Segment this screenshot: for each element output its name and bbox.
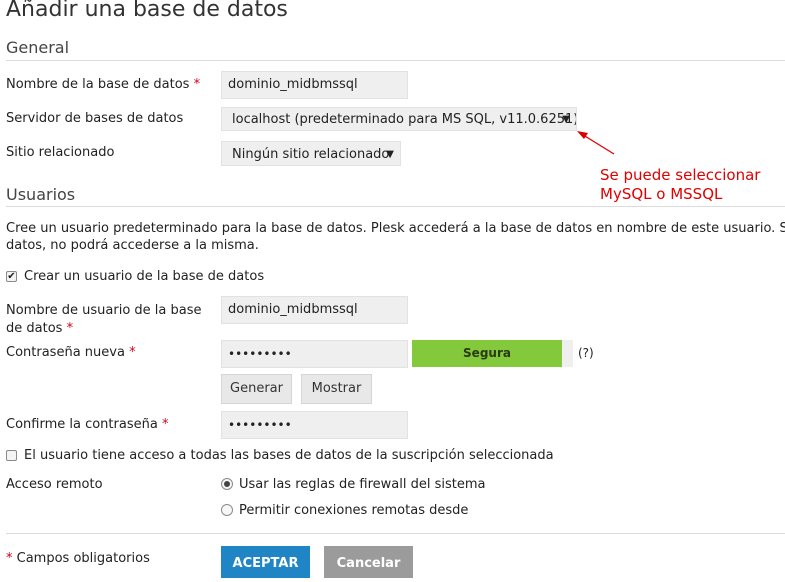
username-input[interactable]: dominio_midbmssql <box>221 296 408 324</box>
all-dbs-access-checkbox[interactable] <box>6 450 17 461</box>
new-password-label: Contraseña nueva * <box>6 345 136 360</box>
required-fields-text: Campos obligatorios <box>16 551 150 566</box>
db-server-select[interactable]: localhost (predeterminado para MS SQL, v… <box>221 107 577 131</box>
db-name-label-text: Nombre de la base de datos <box>6 77 190 92</box>
related-site-select[interactable]: Ningún sitio relacionado ▼ <box>221 141 401 166</box>
footer-divider <box>6 533 785 534</box>
required-asterisk: * <box>193 77 201 92</box>
cancel-button[interactable]: Cancelar <box>324 546 413 578</box>
required-asterisk: * <box>161 417 169 432</box>
required-asterisk: * <box>66 321 74 336</box>
create-user-label: Crear un usuario de la base de datos <box>24 269 265 284</box>
new-password-input[interactable]: ••••••••• <box>221 340 408 368</box>
section-title-users: Usuarios <box>6 185 76 204</box>
required-fields-note: * Campos obligatorios <box>6 551 150 566</box>
db-name-input[interactable]: dominio_midbmssql <box>221 71 408 99</box>
section-title-general: General <box>6 38 70 57</box>
required-asterisk: * <box>6 551 13 566</box>
confirm-password-label: Confirme la contraseña * <box>6 417 168 432</box>
password-strength-meter: Segura <box>412 340 573 367</box>
remote-allow-label: Permitir conexiones remotas desde <box>239 503 469 518</box>
radio-selected-dot <box>224 481 230 487</box>
section-divider <box>6 206 785 207</box>
section-divider <box>6 60 785 61</box>
annotation-arrow-icon <box>577 131 615 155</box>
remote-access-label: Acceso remoto <box>6 477 103 492</box>
page-title: Añadir una base de datos <box>6 0 288 22</box>
annotation-line-1: Se puede seleccionar <box>600 166 761 184</box>
username-label: Nombre de usuario de la base de datos * <box>6 302 202 338</box>
password-strength-label: Segura <box>463 346 511 360</box>
create-user-checkbox[interactable]: ✔ <box>6 271 17 282</box>
username-label-line-1: Nombre de usuario de la base <box>6 303 202 318</box>
confirm-password-label-text: Confirme la contraseña <box>6 417 158 432</box>
related-site-label: Sitio relacionado <box>6 145 115 160</box>
annotation-line-2: MySQL o MSSQL <box>600 185 723 203</box>
users-description-line-2: datos, no podrá accederse a la misma. <box>6 238 259 253</box>
users-description-line-1: Cree un usuario predeterminado para la b… <box>6 221 785 236</box>
required-asterisk: * <box>129 345 136 360</box>
db-server-selected-value: localhost (predeterminado para MS SQL, v… <box>232 112 577 127</box>
show-button[interactable]: Mostrar <box>301 374 372 404</box>
all-dbs-access-label: El usuario tiene acceso a todas las base… <box>24 448 554 463</box>
confirm-password-input[interactable]: ••••••••• <box>221 411 408 439</box>
generate-button[interactable]: Generar <box>221 374 292 404</box>
remote-firewall-label: Usar las reglas de firewall del sistema <box>239 477 486 492</box>
ok-button[interactable]: ACEPTAR <box>221 546 310 578</box>
remote-allow-radio[interactable] <box>221 504 233 516</box>
db-name-label: Nombre de la base de datos * <box>6 77 200 92</box>
help-icon[interactable]: (?) <box>578 346 594 360</box>
chevron-down-icon: ▼ <box>386 149 394 160</box>
related-site-selected-value: Ningún sitio relacionado <box>232 147 390 162</box>
username-label-line-2: de datos <box>6 321 63 336</box>
remote-firewall-radio[interactable] <box>221 478 233 490</box>
annotation-text: Se puede seleccionar MySQL o MSSQL <box>600 166 760 204</box>
new-password-label-text: Contraseña nueva <box>6 345 125 360</box>
checkmark-icon: ✔ <box>7 271 16 282</box>
password-strength-bar: Segura <box>412 340 562 367</box>
db-server-label: Servidor de bases de datos <box>6 111 184 126</box>
